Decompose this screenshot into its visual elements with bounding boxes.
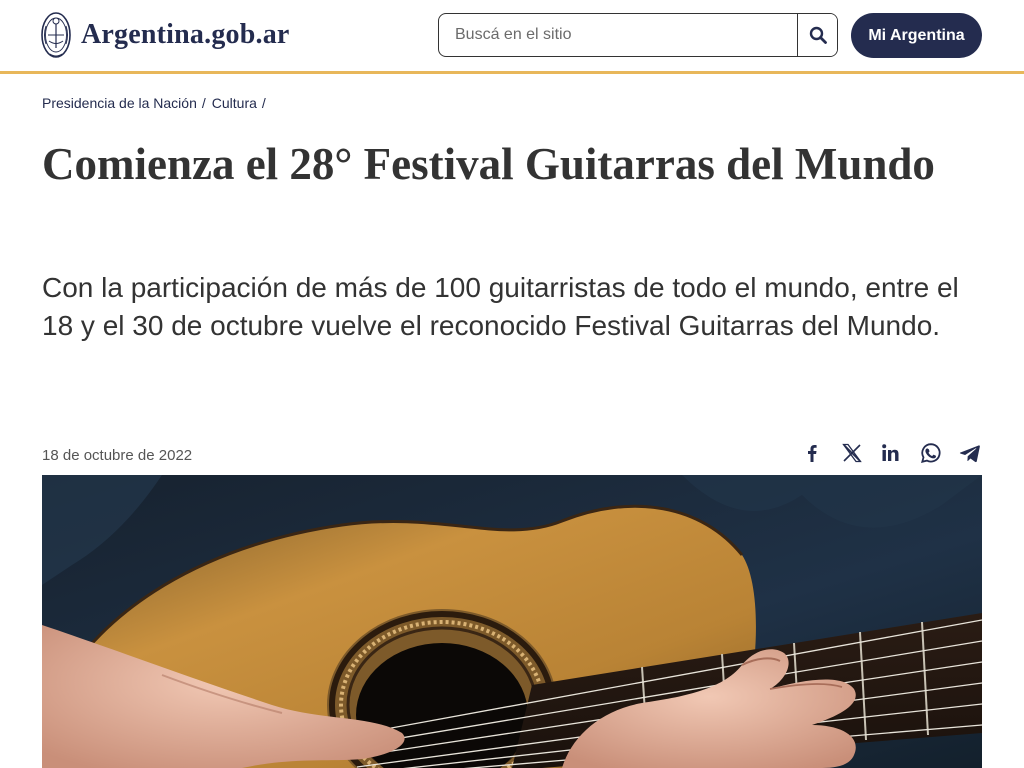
share-bar bbox=[800, 441, 982, 465]
publish-date: 18 de octubre de 2022 bbox=[42, 447, 193, 464]
breadcrumb-separator: / bbox=[261, 95, 266, 111]
breadcrumb-item-presidencia[interactable]: Presidencia de la Nación bbox=[42, 95, 197, 111]
guitar-photo bbox=[42, 475, 982, 768]
share-linkedin-button[interactable] bbox=[879, 441, 903, 465]
page-title: Comienza el 28° Festival Guitarras del M… bbox=[42, 139, 935, 189]
site-header: Argentina.gob.ar Mi Argentina bbox=[0, 0, 1024, 74]
national-seal-icon bbox=[41, 12, 71, 58]
telegram-icon bbox=[959, 445, 980, 463]
search-button[interactable] bbox=[797, 14, 837, 56]
breadcrumb-item-cultura[interactable]: Cultura bbox=[212, 95, 257, 111]
share-x-button[interactable] bbox=[840, 441, 864, 465]
search-icon bbox=[809, 26, 827, 44]
breadcrumb: Presidencia de la Nación / Cultura / bbox=[42, 95, 272, 111]
share-facebook-button[interactable] bbox=[800, 441, 824, 465]
facebook-icon bbox=[808, 445, 817, 462]
search-input[interactable] bbox=[439, 14, 797, 56]
whatsapp-icon bbox=[920, 443, 941, 464]
mi-argentina-button[interactable]: Mi Argentina bbox=[851, 13, 982, 58]
search-form bbox=[438, 13, 838, 57]
x-icon bbox=[841, 443, 862, 463]
share-whatsapp-button[interactable] bbox=[919, 441, 943, 465]
home-logo-link[interactable]: Argentina.gob.ar bbox=[40, 10, 290, 60]
breadcrumb-separator: / bbox=[201, 95, 206, 111]
linkedin-icon bbox=[882, 444, 899, 461]
share-telegram-button[interactable] bbox=[958, 441, 982, 465]
article-image bbox=[42, 475, 982, 768]
logo-text: Argentina.gob.ar bbox=[81, 19, 290, 50]
article-lead: Con la participación de más de 100 guita… bbox=[42, 272, 959, 341]
